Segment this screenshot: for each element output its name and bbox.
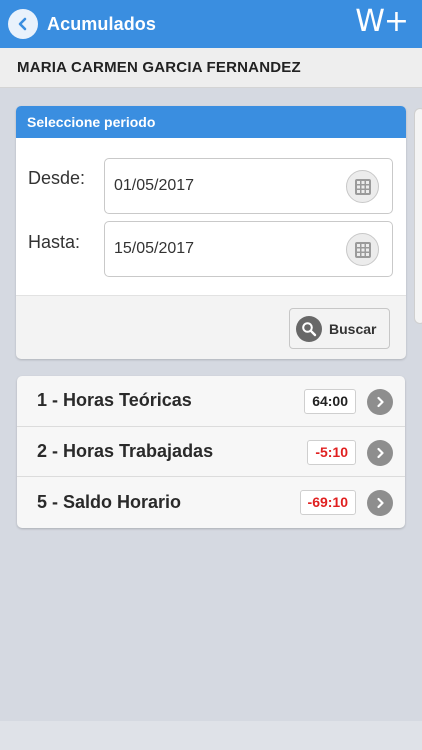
from-calendar-button[interactable]: [346, 170, 379, 203]
from-date-value: 01/05/2017: [114, 177, 195, 194]
item-value-badge: 64:00: [304, 389, 356, 414]
page-title: Acumulados: [47, 13, 157, 34]
to-date-field[interactable]: 15/05/2017: [104, 221, 393, 277]
calendar-grid-icon: [354, 178, 371, 195]
item-value-badge: -69:10: [299, 490, 356, 516]
back-button[interactable]: [8, 9, 38, 39]
chevron-right-icon[interactable]: [367, 389, 393, 415]
period-panel-title: Seleccione periodo: [16, 106, 406, 138]
brand-logo: W+: [355, 4, 409, 39]
chevron-left-icon: [18, 17, 27, 31]
totals-list: 1 - Horas Teóricas 64:00 2 - Horas Traba…: [17, 376, 405, 528]
list-item[interactable]: 2 - Horas Trabajadas -5:10: [17, 427, 405, 478]
search-button-label: Buscar: [329, 320, 377, 337]
chevron-right-icon[interactable]: [367, 490, 393, 517]
item-label: 2 - Horas Trabajadas: [37, 440, 214, 461]
item-label: 1 - Horas Teóricas: [37, 390, 192, 411]
period-actions: Buscar: [16, 296, 406, 359]
list-item[interactable]: 5 - Saldo Horario -69:10: [17, 477, 405, 528]
period-form: Desde: 01/05/2017 Hasta: 15/05/2017: [16, 138, 406, 296]
from-date-field[interactable]: 01/05/2017: [104, 158, 393, 214]
calendar-grid-icon: [354, 241, 371, 258]
to-date-value: 15/05/2017: [114, 240, 195, 257]
to-calendar-button[interactable]: [346, 233, 379, 266]
to-label: Hasta:: [28, 232, 81, 252]
search-button[interactable]: Buscar: [289, 308, 390, 349]
bottom-strip: [0, 721, 422, 750]
item-label: 5 - Saldo Horario: [37, 491, 182, 512]
item-value-badge: -5:10: [307, 439, 356, 465]
top-bar: Acumulados W+: [0, 0, 422, 48]
side-drawer-handle[interactable]: [414, 108, 422, 324]
magnifier-icon: [296, 315, 322, 342]
period-panel: Seleccione periodo Desde: 01/05/2017 Has…: [16, 106, 406, 359]
user-bar: MARIA CARMEN GARCIA FERNANDEZ: [0, 48, 422, 88]
list-item[interactable]: 1 - Horas Teóricas 64:00: [17, 376, 405, 427]
user-name: MARIA CARMEN GARCIA FERNANDEZ: [17, 59, 301, 76]
chevron-right-icon[interactable]: [367, 439, 393, 466]
from-label: Desde:: [28, 168, 86, 188]
